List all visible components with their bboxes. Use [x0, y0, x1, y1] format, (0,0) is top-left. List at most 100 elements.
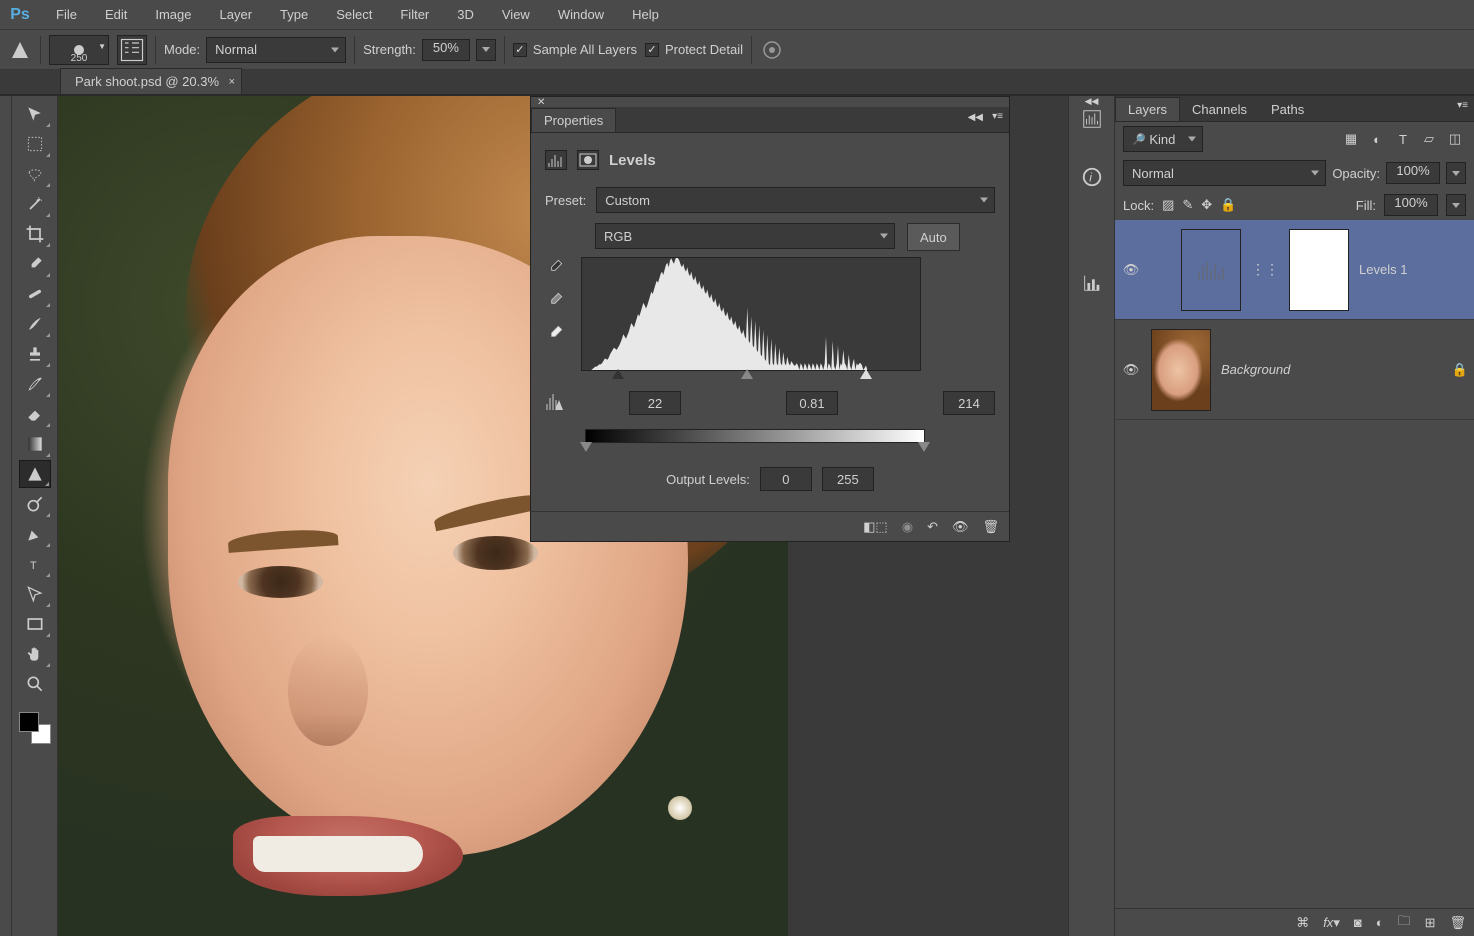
input-white-field[interactable]: 214 — [943, 391, 995, 415]
new-adjustment-icon[interactable]: ◐ — [1376, 915, 1384, 930]
eraser-tool[interactable] — [19, 400, 51, 428]
input-levels-slider[interactable] — [585, 375, 925, 381]
view-previous-icon[interactable]: ◉ — [902, 519, 913, 535]
histogram-panel-icon[interactable] — [1077, 104, 1107, 134]
gamma-slider[interactable] — [741, 369, 753, 379]
path-selection-tool[interactable] — [19, 580, 51, 608]
brush-preset-picker[interactable]: 250 ▼ — [49, 35, 109, 65]
reset-icon[interactable]: ↶ — [927, 519, 938, 535]
menu-image[interactable]: Image — [141, 0, 205, 29]
layer-row[interactable]: 👁 Background 🔒 — [1115, 320, 1474, 420]
layer-name[interactable]: Levels 1 — [1359, 262, 1468, 277]
visibility-toggle[interactable]: 👁 — [1121, 262, 1141, 278]
panel-menu-icon[interactable]: ▾≡ — [1457, 100, 1468, 111]
close-tab-icon[interactable]: × — [229, 76, 235, 88]
stamp-tool[interactable] — [19, 340, 51, 368]
clip-warning-icon[interactable] — [545, 392, 571, 415]
layer-blend-mode[interactable]: Normal — [1123, 160, 1326, 186]
panel-menu-icon[interactable]: ▾≡ — [992, 111, 1003, 122]
visibility-toggle[interactable]: 👁 — [1121, 362, 1141, 378]
new-group-icon[interactable]: 🗀 — [1398, 912, 1411, 934]
visibility-icon[interactable]: 👁 — [952, 519, 969, 535]
menu-help[interactable]: Help — [618, 0, 673, 29]
strength-slider-toggle[interactable] — [476, 39, 496, 61]
filter-type-icon[interactable]: T — [1392, 129, 1414, 149]
protect-detail-checkbox[interactable] — [645, 43, 659, 57]
add-mask-icon[interactable]: ◙ — [1354, 915, 1362, 930]
healing-brush-tool[interactable] — [19, 280, 51, 308]
layer-mask-thumb[interactable] — [1289, 229, 1349, 311]
gradient-tool[interactable] — [19, 430, 51, 458]
white-point-slider[interactable] — [860, 369, 872, 379]
opacity-slider-toggle[interactable] — [1446, 162, 1466, 184]
menu-type[interactable]: Type — [266, 0, 322, 29]
filter-shape-icon[interactable]: ▱ — [1418, 129, 1440, 149]
layers-tab[interactable]: Layers — [1115, 97, 1180, 121]
blend-mode-dropdown[interactable]: Normal — [206, 37, 346, 63]
menu-file[interactable]: File — [42, 0, 91, 29]
channels-tab[interactable]: Channels — [1180, 97, 1259, 121]
dodge-tool[interactable] — [19, 490, 51, 518]
menu-3d[interactable]: 3D — [443, 0, 488, 29]
tablet-pressure-icon[interactable] — [760, 38, 784, 62]
properties-tab[interactable]: Properties — [531, 108, 616, 132]
filter-adjustment-icon[interactable]: ◐ — [1366, 129, 1388, 149]
black-point-eyedropper[interactable] — [545, 257, 571, 280]
brush-panel-toggle[interactable] — [117, 35, 147, 65]
link-icon[interactable]: ⋮⋮ — [1251, 261, 1279, 278]
output-white-slider[interactable] — [918, 442, 930, 452]
adjustments-panel-icon[interactable] — [1077, 268, 1107, 298]
filter-pixel-icon[interactable]: ▦ — [1340, 129, 1362, 149]
move-tool[interactable] — [19, 100, 51, 128]
channel-dropdown[interactable]: RGB — [595, 223, 895, 249]
new-layer-icon[interactable]: ⊞ — [1425, 915, 1436, 931]
preset-dropdown[interactable]: Custom — [596, 187, 995, 213]
layer-name[interactable]: Background — [1221, 362, 1442, 377]
input-black-field[interactable]: 22 — [629, 391, 681, 415]
magic-wand-tool[interactable] — [19, 190, 51, 218]
fill-slider-toggle[interactable] — [1446, 194, 1466, 216]
strength-input[interactable]: 50% — [422, 39, 470, 61]
auto-button[interactable]: Auto — [907, 223, 960, 251]
delete-layer-icon[interactable]: 🗑 — [1449, 915, 1466, 931]
output-black-slider[interactable] — [580, 442, 592, 452]
info-panel-icon[interactable]: i — [1077, 162, 1107, 192]
hand-tool[interactable] — [19, 640, 51, 668]
mask-icon[interactable] — [577, 150, 599, 170]
lock-transparent-icon[interactable]: ▨ — [1162, 197, 1174, 213]
menu-select[interactable]: Select — [322, 0, 386, 29]
fill-input[interactable]: 100% — [1384, 194, 1438, 216]
output-white-field[interactable]: 255 — [822, 467, 874, 491]
lasso-tool[interactable] — [19, 160, 51, 188]
input-gamma-field[interactable]: 0.81 — [786, 391, 838, 415]
blur-tool[interactable] — [19, 460, 51, 488]
menu-view[interactable]: View — [488, 0, 544, 29]
layer-thumb[interactable] — [1151, 329, 1211, 411]
type-tool[interactable]: T — [19, 550, 51, 578]
clip-to-layer-icon[interactable]: ◧⬚ — [863, 519, 888, 535]
zoom-tool[interactable] — [19, 670, 51, 698]
color-swatches[interactable] — [19, 712, 51, 744]
link-layers-icon[interactable]: ⌘ — [1296, 915, 1309, 931]
expand-panels-icon[interactable]: ◀◀ — [1085, 96, 1099, 107]
pen-tool[interactable] — [19, 520, 51, 548]
gray-point-eyedropper[interactable] — [545, 290, 571, 313]
lock-pixels-icon[interactable]: ✎ — [1182, 197, 1193, 213]
layer-row[interactable]: 👁 ⋮⋮ Levels 1 — [1115, 220, 1474, 320]
output-levels-gradient[interactable] — [585, 429, 925, 443]
lock-all-icon[interactable]: 🔒 — [1220, 197, 1236, 213]
tool-preset-icon[interactable] — [8, 38, 32, 62]
eyedropper-tool[interactable] — [19, 250, 51, 278]
black-point-slider[interactable] — [612, 369, 624, 379]
white-point-eyedropper[interactable] — [545, 323, 571, 346]
history-brush-tool[interactable] — [19, 370, 51, 398]
paths-tab[interactable]: Paths — [1259, 97, 1316, 121]
close-icon[interactable]: ✕ — [537, 97, 545, 108]
trash-icon[interactable]: 🗑 — [982, 519, 999, 535]
rectangle-tool[interactable] — [19, 610, 51, 638]
layer-style-icon[interactable]: fx▾ — [1323, 915, 1340, 931]
menu-filter[interactable]: Filter — [386, 0, 443, 29]
adjustment-layer-thumb[interactable] — [1181, 229, 1241, 311]
panel-drag-handle[interactable]: ✕ — [531, 97, 1009, 107]
output-black-field[interactable]: 0 — [760, 467, 812, 491]
